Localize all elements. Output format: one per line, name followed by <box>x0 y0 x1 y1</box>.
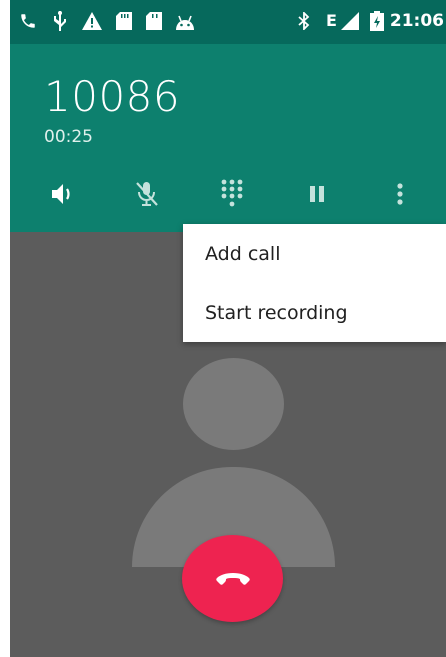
end-call-button[interactable] <box>182 535 283 622</box>
mute-button[interactable] <box>127 176 167 212</box>
speaker-button[interactable] <box>44 176 84 212</box>
android-icon <box>174 10 196 32</box>
usb-icon <box>50 10 70 32</box>
sd-card-icon <box>114 10 134 32</box>
more-options-icon <box>397 183 403 205</box>
bluetooth-icon <box>296 10 312 32</box>
hang-up-icon <box>215 572 250 585</box>
speaker-icon <box>52 184 70 204</box>
clock: 21:06 <box>389 11 444 31</box>
call-header: 10086 00:25 <box>10 44 446 232</box>
battery-charging-icon <box>368 10 386 32</box>
status-bar: E 21:06 <box>10 0 446 44</box>
start-recording-menu-item[interactable]: Start recording <box>183 283 446 342</box>
in-call-screen: E 21:06 10086 00:25 Add call Start recor… <box>10 0 446 657</box>
hold-button[interactable] <box>297 176 337 212</box>
more-options-button[interactable] <box>380 176 420 212</box>
warning-icon <box>80 10 104 32</box>
overflow-menu: Add call Start recording <box>183 224 446 342</box>
caller-number: 10086 <box>44 72 181 121</box>
hold-icon <box>310 186 324 202</box>
signal-icon <box>340 10 360 32</box>
add-call-menu-item[interactable]: Add call <box>183 224 446 283</box>
mute-icon <box>136 182 158 206</box>
phone-icon <box>18 10 38 32</box>
dialpad-button[interactable] <box>212 176 252 212</box>
dialpad-icon <box>221 179 243 207</box>
call-duration: 00:25 <box>44 127 93 147</box>
network-type: E <box>326 11 337 30</box>
avatar-head <box>183 358 284 450</box>
sd-card-icon <box>144 10 164 32</box>
